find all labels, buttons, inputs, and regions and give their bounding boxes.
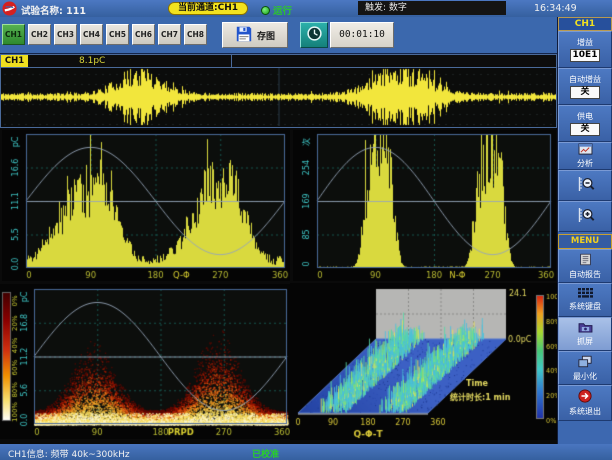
gain-button[interactable]: 增益 10E1: [558, 31, 612, 68]
sidebar-channel-header: CH1: [558, 17, 612, 31]
channel-button-ch1[interactable]: CH1: [2, 24, 25, 45]
save-image-button[interactable]: 存图: [222, 22, 288, 48]
minimize-windows-icon: [578, 355, 592, 370]
calibrated-badge: 已校准: [252, 447, 279, 460]
test-name-label: 试验名称: 111: [21, 3, 86, 17]
system-keyboard-button[interactable]: 系统键盘: [558, 283, 612, 317]
channel-buttons: CH1CH2CH3CH4CH5CH6CH7CH8: [2, 24, 207, 45]
menu-header: MENU: [558, 234, 612, 249]
system-exit-button[interactable]: 系统退出: [558, 385, 612, 421]
system-clock: 16:34:49: [534, 3, 577, 14]
analysis-button[interactable]: 分析: [558, 142, 612, 170]
auto-gain-value: 关: [570, 86, 600, 99]
auto-gain-button[interactable]: 自动增益 关: [558, 68, 612, 105]
system-exit-label: 系统退出: [569, 406, 601, 417]
current-channel-badge: 当前通道:CH1: [168, 2, 248, 15]
screen-capture-button[interactable]: 抓屏: [558, 317, 612, 351]
power-supply-button[interactable]: 供电 关: [558, 105, 612, 142]
run-indicator-icon: [261, 6, 270, 15]
floppy-disk-icon: [235, 25, 253, 46]
channel-button-ch4[interactable]: CH4: [80, 24, 103, 45]
capture-folder-icon: [578, 321, 593, 335]
channel-button-ch5[interactable]: CH5: [106, 24, 129, 45]
qphi-histogram-chart: [2, 130, 290, 281]
system-keyboard-label: 系统键盘: [569, 301, 601, 312]
channel-button-ch8[interactable]: CH8: [184, 24, 207, 45]
gain-label: 增益: [577, 37, 593, 48]
nphi-histogram-chart: [293, 130, 556, 281]
zoom-out-button[interactable]: [558, 170, 612, 201]
top-bar: 试验名称: 111 当前通道:CH1 运行 触发: 数字 16:34:49: [0, 0, 612, 17]
sidebar: CH1 增益 10E1 自动增益 关 供电 关 分析: [557, 17, 612, 444]
power-supply-label: 供电: [577, 111, 593, 122]
clock-history-icon: [306, 25, 323, 46]
auto-report-label: 自动报告: [569, 269, 601, 280]
channel-tag: CH1: [1, 55, 28, 67]
history-timer-button[interactable]: [300, 22, 328, 48]
exit-icon: [578, 389, 592, 405]
channel-button-ch2[interactable]: CH2: [28, 24, 51, 45]
channel-button-ch7[interactable]: CH7: [158, 24, 181, 45]
header-divider: [231, 55, 232, 68]
prpd-heatmap-chart: [0, 284, 290, 439]
zoom-in-button[interactable]: [558, 201, 612, 232]
analysis-label: 分析: [577, 158, 593, 169]
status-bar: CH1信息: 频带 40k~300kHz 已校准: [0, 444, 612, 460]
save-image-label: 存图: [257, 29, 275, 42]
minimize-label: 最小化: [573, 371, 597, 382]
qphit-3d-chart: [290, 283, 557, 440]
auto-report-button[interactable]: 自动报告: [558, 249, 612, 283]
timer-display: 00:01:10: [330, 22, 394, 48]
pd-analyzer-window: 试验名称: 111 当前通道:CH1 运行 触发: 数字 16:34:49 CH…: [0, 0, 612, 460]
keyboard-icon: [578, 288, 593, 300]
analysis-window-icon: [578, 143, 593, 157]
toolbar: CH1CH2CH3CH4CH5CH6CH7CH8 存图 00:01:10: [0, 17, 557, 54]
power-supply-value: 关: [570, 123, 600, 136]
axis-zoom-out-icon: [576, 175, 595, 196]
peak-charge-readout: 8.1pC: [79, 56, 105, 66]
trigger-mode-box: 触发: 数字: [358, 1, 506, 15]
screen-capture-label: 抓屏: [577, 336, 593, 347]
run-status-label: 运行: [273, 3, 292, 17]
waveform-header: CH1 8.1pC: [1, 55, 556, 68]
channel-button-ch3[interactable]: CH3: [54, 24, 77, 45]
channel-button-ch6[interactable]: CH6: [132, 24, 155, 45]
run-status: 运行: [261, 3, 292, 17]
gain-value: 10E1: [570, 49, 600, 62]
report-document-icon: [579, 253, 592, 268]
app-logo-icon: [2, 1, 17, 16]
waveform-chart: [1, 68, 556, 126]
minimize-button[interactable]: 最小化: [558, 351, 612, 385]
auto-gain-label: 自动增益: [569, 74, 601, 85]
channel-info-label: CH1信息: 频带 40k~300kHz: [8, 447, 130, 460]
axis-zoom-in-icon: [576, 206, 595, 227]
